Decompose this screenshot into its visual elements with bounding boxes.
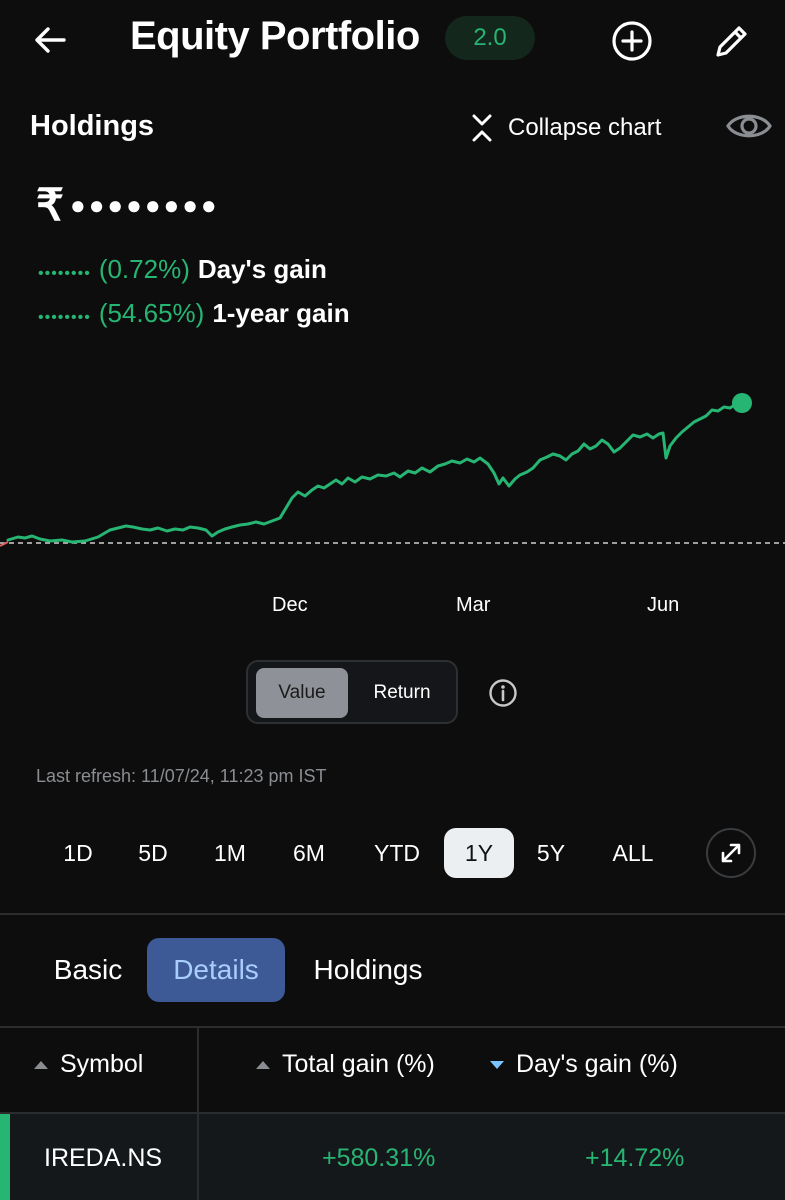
- edit-button[interactable]: [708, 17, 756, 65]
- pencil-icon: [716, 26, 747, 57]
- header-total-gain[interactable]: Total gain (%): [256, 1050, 435, 1079]
- days-gain-row: •••••••• (0.72%) Day's gain: [38, 254, 327, 285]
- header-days-gain-label: Day's gain (%): [516, 1050, 678, 1078]
- range-1m[interactable]: 1M: [202, 828, 258, 878]
- portfolio-chart[interactable]: [0, 380, 785, 620]
- sort-desc-icon: [490, 1060, 504, 1069]
- sort-asc-icon: [34, 1060, 48, 1069]
- range-6m[interactable]: 6M: [280, 828, 338, 878]
- range-5d[interactable]: 5D: [126, 828, 180, 878]
- range-1y[interactable]: 1Y: [444, 828, 514, 878]
- cell-symbol: IREDA.NS: [44, 1144, 163, 1172]
- range-1d[interactable]: 1D: [52, 828, 104, 878]
- year-gain-pct: (54.65%): [98, 298, 205, 328]
- tab-details[interactable]: Details: [147, 938, 285, 1002]
- header-symbol[interactable]: Symbol: [34, 1050, 143, 1079]
- days-gain-pct: (0.72%): [98, 254, 190, 284]
- chart-mode-toggle: Value Return: [246, 660, 458, 724]
- eye-icon: [726, 114, 772, 138]
- return-toggle-button[interactable]: Return: [356, 668, 448, 718]
- plus-circle-icon: [612, 21, 652, 61]
- header-days-gain[interactable]: Day's gain (%): [490, 1050, 678, 1079]
- page-title: Equity Portfolio: [130, 14, 420, 58]
- section-divider: [0, 913, 785, 915]
- collapse-icon: [472, 114, 492, 142]
- axis-label-jun: Jun: [647, 594, 680, 616]
- chart-line: [6, 401, 744, 544]
- collapse-chart-button[interactable]: Collapse chart: [470, 108, 661, 148]
- add-button[interactable]: [608, 17, 656, 65]
- tab-basic[interactable]: Basic: [40, 938, 136, 1002]
- tab-holdings[interactable]: Holdings: [300, 938, 436, 1002]
- year-gain-row: •••••••• (54.65%) 1-year gain: [38, 298, 350, 329]
- info-button[interactable]: [488, 678, 518, 708]
- days-gain-label: Day's gain: [197, 254, 327, 284]
- fullscreen-button[interactable]: [706, 828, 756, 878]
- range-all[interactable]: ALL: [600, 828, 666, 878]
- currency-symbol: ₹: [36, 181, 66, 230]
- cell-total-gain: +580.31%: [322, 1144, 436, 1172]
- range-5y[interactable]: 5Y: [524, 828, 578, 878]
- section-title: Holdings: [30, 110, 155, 142]
- arrow-left-icon: [35, 27, 66, 53]
- info-icon: [489, 679, 517, 707]
- chart-endpoint: [732, 393, 752, 413]
- expand-icon: [721, 843, 741, 863]
- axis-label-dec: Dec: [272, 594, 308, 616]
- collapse-chart-label: Collapse chart: [508, 114, 662, 141]
- row-column-separator: [197, 1114, 199, 1200]
- sort-asc-icon: [256, 1060, 270, 1069]
- days-gain-masked: ••••••••: [38, 265, 91, 282]
- visibility-toggle[interactable]: [724, 104, 774, 148]
- value-toggle-button[interactable]: Value: [256, 668, 348, 718]
- cell-days-gain: +14.72%: [585, 1144, 685, 1172]
- masked-value: ●●●●●●●●: [70, 190, 220, 220]
- last-refresh-text: Last refresh: 11/07/24, 11:23 pm IST: [36, 766, 327, 786]
- axis-label-mar: Mar: [456, 594, 491, 616]
- back-button[interactable]: [28, 20, 72, 60]
- portfolio-value: ₹ ●●●●●●●●: [36, 180, 220, 231]
- row-gain-indicator: [0, 1114, 10, 1200]
- header-symbol-label: Symbol: [60, 1050, 144, 1078]
- year-gain-label: 1-year gain: [212, 298, 350, 328]
- header-total-gain-label: Total gain (%): [282, 1050, 435, 1078]
- range-ytd[interactable]: YTD: [362, 828, 432, 878]
- year-gain-masked: ••••••••: [38, 309, 91, 326]
- version-badge[interactable]: 2.0: [445, 16, 535, 60]
